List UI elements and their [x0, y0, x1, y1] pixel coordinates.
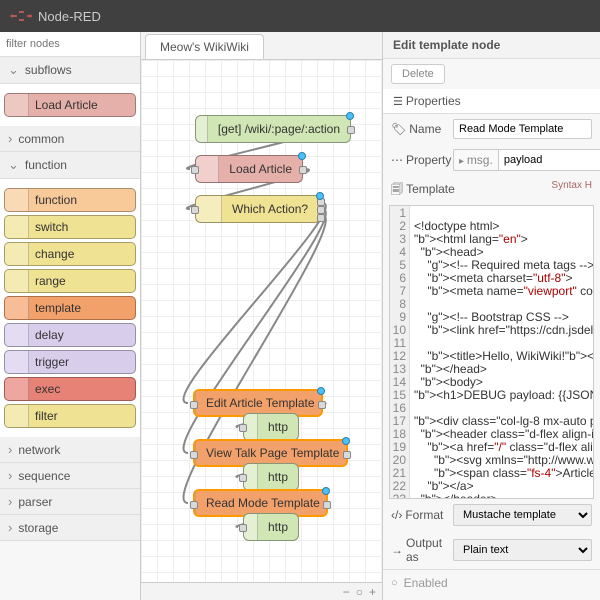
node-icon — [5, 243, 29, 265]
canvas[interactable]: Meow's WikiWiki [get] /wiki/:page/:actio… — [141, 32, 382, 600]
sidebar: Edit template node Delete ☰ Properties 🏷… — [382, 32, 600, 600]
flow-grid[interactable]: [get] /wiki/:page/:action Load Article W… — [141, 60, 382, 582]
node-icon — [5, 270, 29, 292]
node-http-out-1[interactable]: http — [243, 413, 299, 441]
palette-node[interactable]: function — [4, 188, 136, 212]
property-input[interactable] — [498, 149, 600, 171]
logo-icon — [10, 8, 32, 24]
node-http-in[interactable]: [get] /wiki/:page/:action — [195, 115, 351, 143]
template-label: 🗐 Template — [391, 180, 455, 201]
name-input[interactable] — [453, 119, 592, 139]
code-editor[interactable]: 1 2 3 4 5 6 7 8 9 10 11 12 13 14 15 16 1… — [389, 205, 594, 499]
zoom-out-icon[interactable]: − — [343, 585, 350, 599]
format-select[interactable]: Mustache template — [453, 504, 592, 526]
node-load-article[interactable]: Load Article — [195, 155, 303, 183]
switch-icon — [196, 196, 222, 222]
node-icon — [5, 351, 29, 373]
node-icon — [5, 405, 29, 427]
zoom-reset-icon[interactable]: ○ — [356, 585, 363, 599]
property-label: ⋯ Property — [391, 153, 447, 167]
palette-search[interactable] — [0, 32, 140, 57]
node-switch[interactable]: Which Action? — [195, 195, 321, 223]
cat-sequence[interactable]: sequence — [0, 463, 140, 489]
palette-node[interactable]: range — [4, 269, 136, 293]
app-title: Node-RED — [38, 9, 101, 24]
globe-icon — [196, 116, 208, 142]
output-label: → Output as — [391, 536, 447, 564]
search-input[interactable] — [4, 36, 136, 52]
tab-properties[interactable]: ☰ Properties — [383, 89, 600, 114]
node-http-out-2[interactable]: http — [243, 463, 299, 491]
palette-node[interactable]: change — [4, 242, 136, 266]
node-icon — [5, 94, 29, 116]
syntax-link[interactable]: Syntax H — [551, 180, 592, 201]
palette-node[interactable]: switch — [4, 215, 136, 239]
edit-title: Edit template node — [383, 32, 600, 59]
cat-subflows[interactable]: subflows — [0, 57, 140, 84]
palette-node[interactable]: Load Article — [4, 93, 136, 117]
palette-node[interactable]: filter — [4, 404, 136, 428]
palette-node[interactable]: template — [4, 296, 136, 320]
enabled-row[interactable]: ○ Enabled — [383, 569, 600, 596]
header-bar: Node-RED — [0, 0, 600, 32]
palette-node[interactable]: exec — [4, 377, 136, 401]
msg-prefix[interactable]: ▸ msg. — [453, 149, 498, 171]
palette-node[interactable]: trigger — [4, 350, 136, 374]
node-icon — [5, 324, 29, 346]
canvas-footer: − ○ + — [141, 582, 382, 600]
cat-parser[interactable]: parser — [0, 489, 140, 515]
cat-storage[interactable]: storage — [0, 515, 140, 541]
cat-common[interactable]: common — [0, 126, 140, 152]
node-icon — [5, 297, 29, 319]
name-label: 🏷 Name — [391, 122, 447, 136]
output-select[interactable]: Plain text — [453, 539, 592, 561]
format-label: ‹/› Format — [391, 508, 447, 522]
node-icon — [5, 189, 29, 211]
node-icon — [5, 378, 29, 400]
subflow-icon — [196, 156, 219, 182]
cat-function[interactable]: function — [0, 152, 140, 179]
palette-node[interactable]: delay — [4, 323, 136, 347]
palette: subflows Load Article common function fu… — [0, 32, 141, 600]
cat-network[interactable]: network — [0, 437, 140, 463]
delete-button[interactable]: Delete — [391, 64, 445, 84]
zoom-in-icon[interactable]: + — [369, 585, 376, 599]
flow-tabs: Meow's WikiWiki — [141, 32, 382, 60]
tab-flow[interactable]: Meow's WikiWiki — [145, 34, 264, 59]
node-icon — [5, 216, 29, 238]
node-http-out-3[interactable]: http — [243, 513, 299, 541]
